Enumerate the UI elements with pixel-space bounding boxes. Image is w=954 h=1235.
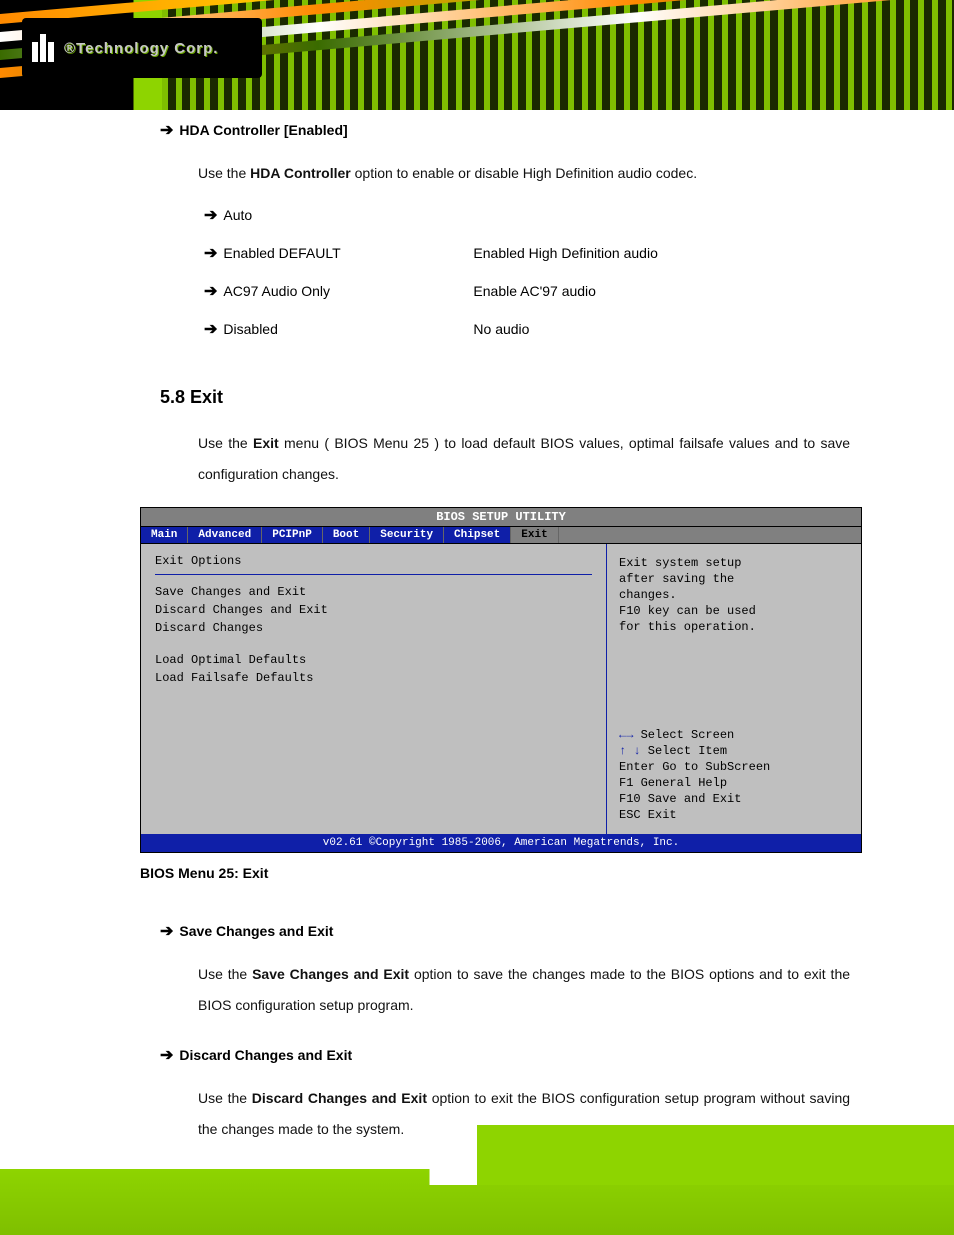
bios-menu-item[interactable]: Save Changes and Exit [155,585,592,599]
option-heading-text: Discard Changes and Exit [179,1047,352,1063]
text-bold: Save Changes and Exit [252,966,409,982]
option-intro: Use the HDA Controller option to enable … [198,158,850,189]
bios-tab-main[interactable]: Main [141,527,188,543]
bios-tab-boot[interactable]: Boot [323,527,370,543]
page-content: ➔ HDA Controller [Enabled] Use the HDA C… [160,120,850,1145]
bottom-decorative-band [0,1125,954,1235]
section-intro: Use the Exit menu ( BIOS Menu 25 ) to lo… [198,428,850,490]
bios-help-text: Exit system setup [619,556,849,570]
text: Use the [198,435,253,451]
bios-menu-item[interactable]: Discard Changes and Exit [155,603,592,617]
bios-help-key: F1 General Help [619,776,849,790]
arrow-right-icon: ➔ [160,921,173,941]
arrow-right-icon: ➔ [204,205,217,225]
bios-menu-item[interactable]: Load Failsafe Defaults [155,671,592,685]
text: Use the [198,966,252,982]
option-value-row: ➔ Disabled No audio [204,319,850,339]
option-heading: ➔ Discard Changes and Exit [160,1045,850,1065]
bios-menu-item[interactable]: Load Optimal Defaults [155,653,592,667]
option-value-row: ➔ AC97 Audio Only Enable AC'97 audio [204,281,850,301]
bios-help-key: F10 Save and Exit [619,792,849,806]
bios-tab-advanced[interactable]: Advanced [188,527,262,543]
arrow-right-icon: ➔ [160,1045,173,1065]
text: menu ( [284,435,329,451]
option-heading-text: Save Changes and Exit [179,923,333,939]
option-value-label: AC97 Audio Only [223,283,473,299]
option-value-label: Disabled [223,321,473,337]
bios-help-pane: Exit system setup after saving the chang… [606,544,861,834]
bios-menu-item[interactable]: Discard Changes [155,621,592,635]
bios-help-text: changes. [619,588,849,602]
text-bold: Exit [253,435,279,451]
bios-tabs: Main Advanced PCIPnP Boot Security Chips… [141,527,861,544]
bios-footer: v02.61 ©Copyright 1985-2006, American Me… [141,834,861,852]
text: Use the [198,165,250,181]
bios-tab-security[interactable]: Security [370,527,444,543]
bios-help-key: ↑ ↓ Select Item [619,744,849,758]
decorative-curve [0,1125,954,1185]
option-value-label: Auto [223,207,473,223]
brand-badge: ®Technology Corp. [22,18,262,78]
arrow-right-icon: ➔ [204,281,217,301]
bios-tab-exit[interactable]: Exit [511,527,558,543]
logo-icon [32,34,54,62]
text-ref: BIOS Menu 25 [334,435,429,451]
bios-help-key: ESC Exit [619,808,849,822]
figure-caption: BIOS Menu 25: Exit [140,865,850,881]
bios-help-text: after saving the [619,572,849,586]
bios-body: Exit Options Save Changes and Exit Disca… [141,544,861,834]
option-value-label: Enabled DEFAULT [223,245,473,261]
bios-help-key: Enter Go to SubScreen [619,760,849,774]
text: Use the [198,1090,252,1106]
arrow-right-icon: ➔ [204,243,217,263]
top-decorative-band: ®Technology Corp. [0,0,954,110]
brand-text: ®Technology Corp. [64,40,218,57]
option-value-list: ➔ Auto ➔ Enabled DEFAULT Enabled High De… [204,205,850,339]
bios-tab-pcipnp[interactable]: PCIPnP [262,527,323,543]
section-heading: 5.8 Exit [160,387,850,408]
bios-help-text: F10 key can be used [619,604,849,618]
bios-help-text: for this operation. [619,620,849,634]
arrow-left-right-icon: ←→ [619,728,633,742]
option-heading: ➔ HDA Controller [Enabled] [160,120,850,140]
option-value-desc: Enable AC'97 audio [473,283,850,299]
arrow-right-icon: ➔ [160,120,173,140]
bios-title: BIOS SETUP UTILITY [141,508,861,527]
bios-group-label: Exit Options [155,554,592,568]
text: option to enable or disable High Definit… [355,165,697,181]
bios-screenshot: BIOS SETUP UTILITY Main Advanced PCIPnP … [140,507,862,853]
text-bold: Discard Changes and Exit [252,1090,427,1106]
option-description: Use the Save Changes and Exit option to … [198,959,850,1021]
arrow-up-down-icon: ↑ ↓ [619,744,641,758]
option-value-desc: No audio [473,321,850,337]
arrow-right-icon: ➔ [204,319,217,339]
divider [155,574,592,575]
bios-tab-chipset[interactable]: Chipset [444,527,511,543]
text-bold: HDA Controller [250,165,351,181]
option-value-row: ➔ Enabled DEFAULT Enabled High Definitio… [204,243,850,263]
option-heading-text: HDA Controller [Enabled] [179,122,347,138]
option-value-row: ➔ Auto [204,205,850,225]
bios-left-pane: Exit Options Save Changes and Exit Disca… [141,544,606,834]
option-heading: ➔ Save Changes and Exit [160,921,850,941]
bios-help-key: ←→ Select Screen [619,728,849,742]
option-value-desc: Enabled High Definition audio [473,245,850,261]
